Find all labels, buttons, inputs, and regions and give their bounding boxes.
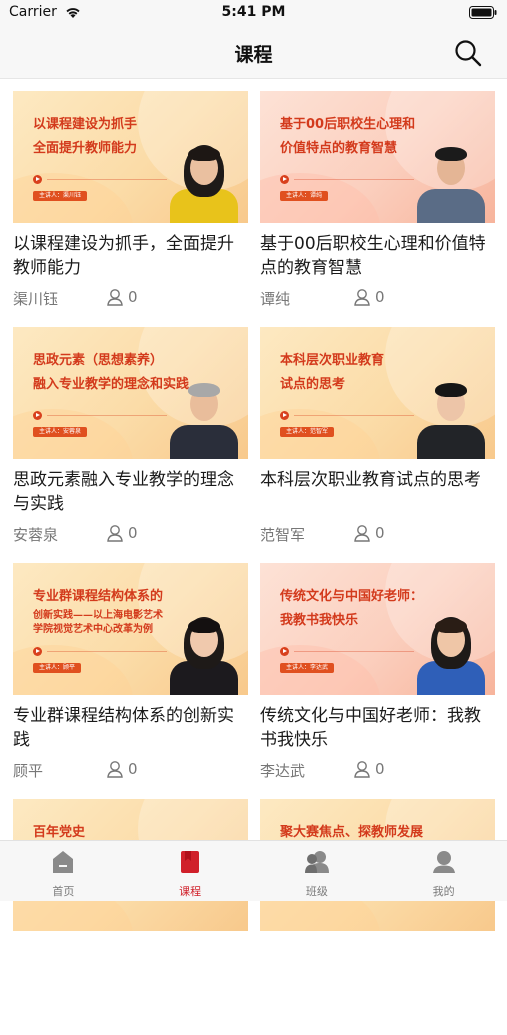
- learner-count: 0: [353, 760, 385, 778]
- presenter-photo: [415, 137, 487, 223]
- course-card[interactable]: 聚大赛焦点、探教师发展: [260, 799, 495, 1035]
- thumbnail-title-line: 专业群课程结构体系的: [33, 589, 164, 604]
- play-icon: [33, 411, 42, 420]
- tab-profile-label: 我的: [432, 885, 455, 898]
- presenter-tag: 主讲人：顾平: [33, 663, 82, 673]
- tab-home-label: 首页: [52, 885, 75, 898]
- course-card[interactable]: 以课程建设为抓手 全面提升教师能力 主讲人：渠川钰以课程建设为抓手，全面提升教师能力…: [13, 91, 248, 327]
- learner-count-value: 0: [375, 524, 385, 542]
- tab-courses-label: 课程: [179, 885, 202, 898]
- teacher-name: 谭纯: [260, 290, 291, 308]
- teacher-name: 渠川钰: [13, 290, 59, 308]
- tab-profile[interactable]: 我的: [380, 841, 507, 901]
- thumbnail-divider: [294, 179, 414, 180]
- course-thumbnail: 思政元素（思想素养） 融入专业教学的理念和实践 主讲人：安蓉泉: [13, 327, 248, 459]
- course-thumbnail: 传统文化与中国好老师： 我教书我快乐 主讲人：李达武: [260, 563, 495, 695]
- presenter-tag: 主讲人：范智军: [280, 427, 335, 437]
- nav-bar: 课程: [0, 26, 507, 79]
- status-time: 5:41 PM: [221, 4, 286, 20]
- battery-icon: [469, 6, 497, 19]
- person-icon: [354, 761, 370, 778]
- teacher-name: 安蓉泉: [13, 526, 59, 544]
- teacher-name: 李达武: [260, 762, 306, 780]
- play-icon: [280, 411, 289, 420]
- presenter-photo: [415, 373, 487, 459]
- presenter-tag: 主讲人：安蓉泉: [33, 427, 88, 437]
- course-card[interactable]: 基于00后职校生心理和 价值特点的教育智慧 主讲人：谭纯 基于00后职校生心理和价值特…: [260, 91, 495, 327]
- thumbnail-divider: [47, 415, 167, 416]
- presenter-photo: [168, 373, 240, 459]
- course-title: 传统文化与中国好老师：我教书我快乐: [260, 706, 481, 750]
- course-meta: 安蓉泉 0: [13, 524, 248, 544]
- tab-bar: 首页 课程 班级 我的: [0, 840, 507, 901]
- person-icon: [354, 525, 370, 542]
- course-meta: 渠川钰 0: [13, 288, 248, 308]
- learner-count: 0: [106, 760, 138, 778]
- course-card[interactable]: 本科层次职业教育 试点的思考 主讲人：范智军本科层次职业教育试点的思考 范智军 0: [260, 327, 495, 563]
- teacher-name: 顾平: [13, 762, 44, 780]
- class-icon: [304, 851, 329, 873]
- search-icon[interactable]: [453, 38, 483, 68]
- presenter-tag: 主讲人：李达武: [280, 663, 335, 673]
- home-icon: [53, 851, 74, 873]
- thumbnail-divider: [294, 415, 414, 416]
- thumbnail-divider: [294, 651, 414, 652]
- learner-count-value: 0: [128, 524, 138, 542]
- play-icon: [33, 647, 42, 656]
- page-title: 课程: [234, 44, 273, 66]
- thumbnail-title-line: 基于00后职校生心理和: [280, 117, 416, 132]
- course-card[interactable]: 百年党史: [13, 799, 248, 1035]
- course-title: 专业群课程结构体系的创新实践: [13, 706, 234, 750]
- person-icon: [107, 525, 123, 542]
- learner-count: 0: [353, 288, 385, 306]
- tab-courses[interactable]: 课程: [127, 841, 254, 901]
- learner-count-value: 0: [128, 760, 138, 778]
- presenter-photo: [415, 609, 487, 695]
- course-thumbnail: 本科层次职业教育 试点的思考 主讲人：范智军: [260, 327, 495, 459]
- learner-count-value: 0: [128, 288, 138, 306]
- presenter-tag: 主讲人：渠川钰: [33, 191, 88, 201]
- course-card[interactable]: 传统文化与中国好老师： 我教书我快乐 主讲人：李达武 传统文化与中国好老师：我教书我快…: [260, 563, 495, 799]
- thumbnail-title-line: 本科层次职业教育: [280, 353, 385, 368]
- person-icon: [107, 289, 123, 306]
- course-title: 本科层次职业教育试点的思考: [260, 470, 481, 490]
- learner-count: 0: [353, 524, 385, 542]
- course-thumbnail: 基于00后职校生心理和 价值特点的教育智慧 主讲人：谭纯: [260, 91, 495, 223]
- course-meta: 李达武 0: [260, 760, 495, 780]
- learner-count-value: 0: [375, 760, 385, 778]
- tab-class-label: 班级: [305, 885, 328, 898]
- learner-count: 0: [106, 288, 138, 306]
- play-icon: [280, 647, 289, 656]
- course-thumbnail: 专业群课程结构体系的 创新实践——以上海电影艺术 学院视觉艺术中心改革为例 主讲人：顾…: [13, 563, 248, 695]
- course-title: 基于00后职校生心理和价值特点的教育智慧: [260, 234, 486, 278]
- thumbnail-title-line: 传统文化与中国好老师：: [280, 589, 424, 604]
- profile-icon: [432, 851, 455, 873]
- course-meta: 范智军 0: [260, 524, 495, 544]
- thumbnail-divider: [47, 651, 167, 652]
- course-title: 思政元素融入专业教学的理念与实践: [13, 470, 234, 514]
- course-thumbnail: 以课程建设为抓手 全面提升教师能力 主讲人：渠川钰: [13, 91, 248, 223]
- presenter-photo: [168, 137, 240, 223]
- course-card[interactable]: 专业群课程结构体系的 创新实践——以上海电影艺术 学院视觉艺术中心改革为例 主讲人：顾…: [13, 563, 248, 799]
- status-bar: Carrier 5:41 PM: [0, 0, 507, 26]
- course-meta: 谭纯 0: [260, 288, 495, 308]
- learner-count-value: 0: [375, 288, 385, 306]
- book-icon: [181, 851, 200, 873]
- learner-count: 0: [106, 524, 138, 542]
- play-icon: [280, 175, 289, 184]
- presenter-photo: [168, 609, 240, 695]
- thumbnail-divider: [47, 179, 167, 180]
- play-icon: [33, 175, 42, 184]
- course-card[interactable]: 思政元素（思想素养） 融入专业教学的理念和实践 主讲人：安蓉泉思政元素融入专业教学的…: [13, 327, 248, 563]
- person-icon: [107, 761, 123, 778]
- tab-class[interactable]: 班级: [254, 841, 381, 901]
- thumbnail-title-line: 以课程建设为抓手: [33, 117, 138, 132]
- teacher-name: 范智军: [260, 526, 306, 544]
- tab-home[interactable]: 首页: [0, 841, 127, 901]
- thumbnail-title-line: 思政元素（思想素养）: [33, 353, 164, 368]
- course-meta: 顾平 0: [13, 760, 248, 780]
- person-icon: [354, 289, 370, 306]
- presenter-tag: 主讲人：谭纯: [280, 191, 329, 201]
- course-title: 以课程建设为抓手，全面提升教师能力: [13, 234, 234, 278]
